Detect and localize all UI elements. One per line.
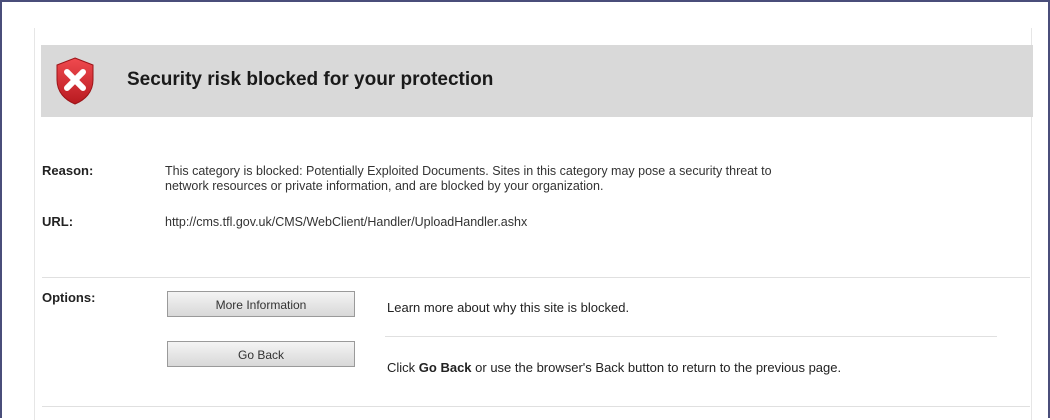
url-label: URL: [42,214,74,229]
options-label: Options: [42,290,96,305]
reason-line-2: network resources or private information… [165,179,604,193]
go-back-description: Click Go Back or use the browser's Back … [387,360,841,375]
reason-label: Reason: [42,163,94,178]
shield-x-icon [53,56,97,106]
browser-frame: Security risk blocked for your protectio… [0,0,1050,420]
more-information-button[interactable]: More Information [167,291,355,317]
header-bar: Security risk blocked for your protectio… [41,45,1033,117]
go-back-text-bold: Go Back [418,360,472,375]
reason-text: This category is blocked: Potentially Ex… [165,164,1025,194]
more-information-description: Learn more about why this site is blocke… [387,300,630,315]
url-value: http://cms.tfl.gov.uk/CMS/WebClient/Hand… [165,215,528,229]
divider-options [385,336,997,337]
page-title: Security risk blocked for your protectio… [127,69,494,90]
divider-top [42,277,1030,278]
divider-bottom [42,406,1030,407]
go-back-button[interactable]: Go Back [167,341,355,367]
reason-line-1: This category is blocked: Potentially Ex… [165,164,772,178]
go-back-text-pre: Click [387,360,419,375]
go-back-text-post: or use the browser's Back button to retu… [471,360,842,375]
